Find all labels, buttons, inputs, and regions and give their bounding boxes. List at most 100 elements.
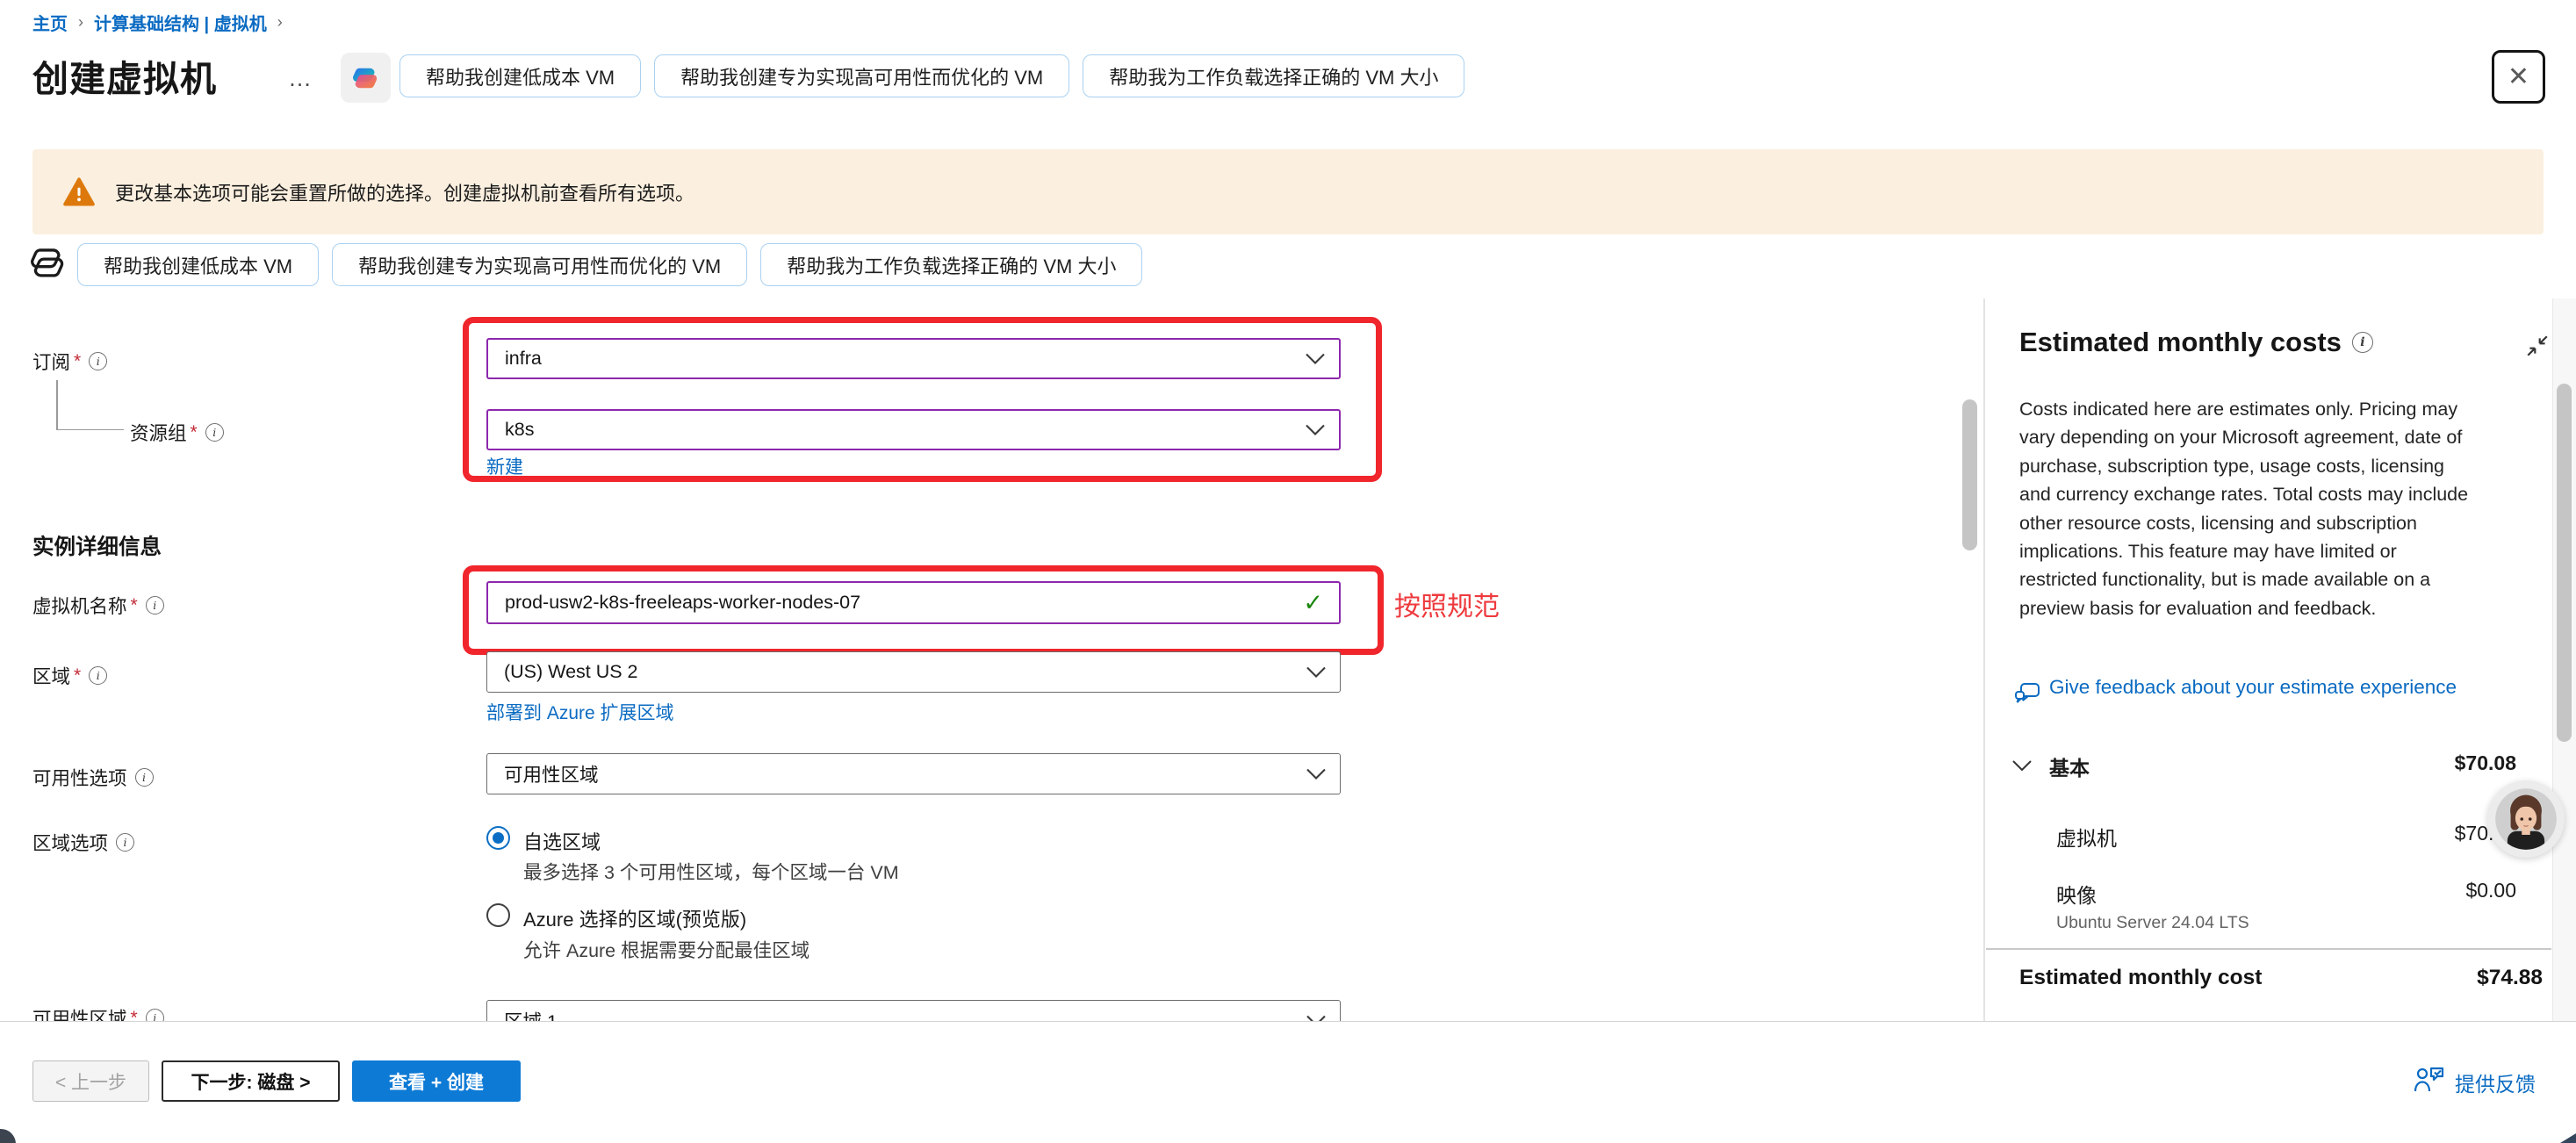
availability-zone-label: 可用性区域 * i	[32, 1004, 164, 1021]
subscription-value: infra	[505, 348, 542, 370]
tree-connector-horizontal	[56, 429, 124, 431]
zone-options-label-text: 区域选项	[32, 829, 108, 856]
corner-widget-right	[2560, 1133, 2576, 1143]
close-icon: ✕	[2508, 61, 2529, 92]
required-mark: *	[191, 422, 198, 443]
subscription-dropdown[interactable]: infra	[486, 338, 1341, 379]
next-step-disks-button[interactable]: 下一步: 磁盘 >	[162, 1060, 340, 1102]
availability-zone-dropdown[interactable]: 区域 1	[486, 1000, 1341, 1021]
edge-zone-link[interactable]: 部署到 Azure 扩展区域	[486, 699, 674, 725]
warning-icon	[62, 176, 96, 208]
vm-name-label: 虚拟机名称 * i	[32, 592, 164, 619]
copilot-outline-icon	[27, 241, 71, 284]
required-mark: *	[131, 1008, 138, 1022]
warning-text: 更改基本选项可能会重置所做的选择。创建虚拟机前查看所有选项。	[115, 178, 694, 206]
cost-item-label: 虚拟机	[2056, 822, 2117, 852]
breadcrumb-section-link[interactable]: 计算基础结构 | 虚拟机	[94, 10, 267, 35]
breadcrumb-home-link[interactable]: 主页	[32, 10, 68, 35]
chevron-down-icon	[1306, 353, 1325, 364]
cost-total-divider	[1986, 948, 2551, 950]
radio-azure-selected-zone[interactable]	[486, 903, 510, 927]
info-icon[interactable]: i	[116, 833, 134, 852]
assistant-avatar[interactable]	[2487, 780, 2565, 858]
suggestion-low-cost-vm[interactable]: 帮助我创建低成本 VM	[77, 243, 319, 286]
suggestion-right-vm-size[interactable]: 帮助我为工作负载选择正确的 VM 大小	[760, 243, 1142, 286]
page-title: 创建虚拟机	[32, 49, 217, 102]
resource-group-label-text: 资源组	[130, 419, 187, 446]
chevron-down-icon[interactable]	[2012, 760, 2032, 772]
region-dropdown[interactable]: (US) West US 2	[486, 651, 1341, 693]
tree-connector-vertical	[56, 380, 58, 430]
cost-panel-title-text: Estimated monthly costs	[2019, 327, 2342, 358]
cost-item-subtitle: Ubuntu Server 24.04 LTS	[2056, 913, 2249, 933]
breadcrumb-separator: ›	[277, 13, 283, 32]
collapse-panel-icon[interactable]	[2525, 334, 2550, 358]
required-mark: *	[74, 351, 81, 372]
vm-name-input[interactable]: prod-usw2-k8s-freeleaps-worker-nodes-07 …	[486, 581, 1341, 624]
chevron-down-icon	[1306, 768, 1326, 780]
chevron-down-icon	[1306, 666, 1326, 678]
cost-group-amount: $70.08	[2335, 751, 2516, 775]
info-icon[interactable]: i	[135, 768, 154, 787]
suggestion-right-vm-size[interactable]: 帮助我为工作负载选择正确的 VM 大小	[1083, 54, 1464, 97]
vm-name-value: prod-usw2-k8s-freeleaps-worker-nodes-07	[505, 592, 860, 614]
availability-zone-label-text: 可用性区域	[32, 1004, 127, 1021]
panel-divider	[1983, 298, 1985, 1021]
create-vm-page: 主页 › 计算基础结构 | 虚拟机 › 创建虚拟机 …	[0, 0, 2576, 1143]
cost-total-label: Estimated monthly cost	[2019, 966, 2262, 990]
info-icon[interactable]: i	[146, 596, 164, 615]
main-scrollbar[interactable]	[1962, 399, 1977, 550]
main-area: 主页 › 计算基础结构 | 虚拟机 › 创建虚拟机 …	[0, 0, 2576, 1021]
cost-panel-title: Estimated monthly costs i	[2019, 327, 2373, 358]
info-icon[interactable]: i	[146, 1009, 164, 1021]
annotation-note: 按照规范	[1394, 585, 1500, 623]
copilot-icon	[350, 62, 382, 94]
info-icon[interactable]: i	[205, 423, 224, 442]
suggestion-low-cost-vm[interactable]: 帮助我创建低成本 VM	[399, 54, 641, 97]
radio-azure-selected-zone-label[interactable]: Azure 选择的区域(预览版)	[523, 904, 746, 932]
resource-group-dropdown[interactable]: k8s	[486, 409, 1341, 450]
vm-name-label-text: 虚拟机名称	[32, 592, 127, 619]
subscription-label: 订阅 * i	[32, 348, 107, 375]
radio-self-selected-zone-desc: 最多选择 3 个可用性区域，每个区域一台 VM	[523, 858, 899, 885]
radio-azure-selected-zone-desc: 允许 Azure 根据需要分配最佳区域	[523, 936, 809, 963]
info-icon[interactable]: i	[89, 352, 107, 370]
valid-check-icon: ✓	[1303, 589, 1323, 616]
previous-step-button[interactable]: < 上一步	[32, 1060, 149, 1102]
radio-self-selected-zone[interactable]	[486, 826, 510, 850]
warning-banner: 更改基本选项可能会重置所做的选择。创建虚拟机前查看所有选项。	[32, 149, 2544, 234]
suggestion-high-availability-vm[interactable]: 帮助我创建专为实现高可用性而优化的 VM	[654, 54, 1069, 97]
breadcrumb-separator: ›	[78, 13, 83, 32]
instance-details-heading: 实例详细信息	[32, 530, 162, 561]
availability-options-label-text: 可用性选项	[32, 764, 127, 791]
more-menu-button[interactable]: …	[288, 65, 314, 92]
required-mark: *	[74, 665, 81, 687]
copilot-button[interactable]	[341, 53, 391, 103]
body-suggestions: 帮助我创建低成本 VM 帮助我创建专为实现高可用性而优化的 VM 帮助我为工作负…	[77, 243, 1142, 286]
avatar-icon	[2493, 786, 2559, 852]
chevron-down-icon	[1306, 1015, 1326, 1021]
info-icon[interactable]: i	[2352, 332, 2373, 353]
close-button[interactable]: ✕	[2492, 50, 2545, 104]
availability-options-dropdown[interactable]: 可用性区域	[486, 753, 1341, 794]
cost-panel-scrollbar[interactable]	[2557, 384, 2572, 742]
estimate-feedback-link[interactable]: Give feedback about your estimate experi…	[2049, 672, 2462, 701]
review-create-button[interactable]: 查看 + 创建	[352, 1060, 521, 1102]
region-value: (US) West US 2	[504, 661, 638, 683]
availability-options-value: 可用性区域	[504, 760, 599, 787]
region-label-text: 区域	[32, 662, 70, 689]
radio-self-selected-zone-label[interactable]: 自选区域	[523, 827, 601, 855]
subscription-label-text: 订阅	[32, 348, 70, 375]
info-icon[interactable]: i	[89, 666, 107, 685]
resource-group-label: 资源组 * i	[130, 419, 224, 446]
resource-group-value: k8s	[505, 419, 534, 441]
availability-options-label: 可用性选项 i	[32, 764, 154, 791]
create-new-resource-group-link[interactable]: 新建	[486, 453, 523, 479]
suggestion-high-availability-vm[interactable]: 帮助我创建专为实现高可用性而优化的 VM	[332, 243, 747, 286]
give-feedback-link[interactable]: 提供反馈	[2455, 1068, 2536, 1097]
cost-group-label[interactable]: 基本	[2049, 751, 2090, 781]
feedback-bubbles-icon	[2012, 679, 2044, 711]
cost-item-label: 映像	[2056, 879, 2097, 909]
header-suggestions: 帮助我创建低成本 VM 帮助我创建专为实现高可用性而优化的 VM 帮助我为工作负…	[399, 54, 1464, 97]
required-mark: *	[131, 595, 138, 616]
